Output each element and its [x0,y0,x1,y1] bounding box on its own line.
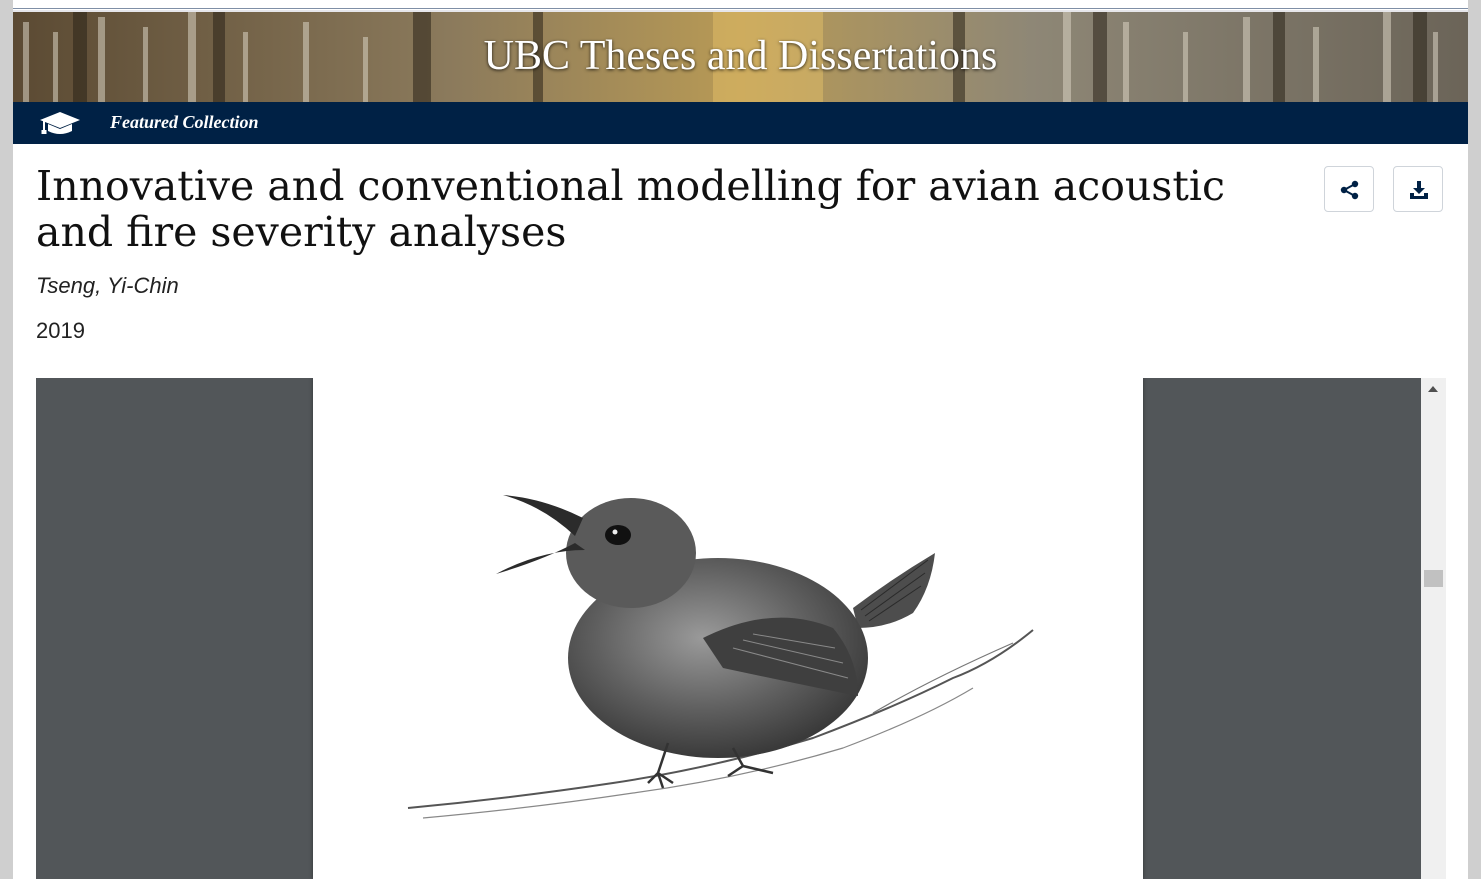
scroll-thumb[interactable] [1424,570,1443,587]
pdf-viewer[interactable] [36,378,1421,879]
document-title: Innovative and conventional modelling fo… [36,162,1225,256]
wren-illustration [407,495,1034,819]
collection-bar: Featured Collection [13,102,1468,144]
share-button[interactable] [1324,166,1374,212]
header-banner: UBC Theses and Dissertations [13,12,1468,102]
viewer-scrollbar[interactable] [1421,378,1446,879]
publication-year: 2019 [36,318,85,343]
scroll-up-arrow-icon[interactable] [1428,386,1438,392]
download-button[interactable] [1393,166,1443,212]
page: UBC Theses and Dissertations Featured Co… [13,0,1468,879]
site-title[interactable]: UBC Theses and Dissertations [13,32,1468,80]
pdf-page [313,378,1143,879]
share-icon [1340,180,1359,200]
download-icon [1410,181,1428,199]
graduation-cap-icon [39,110,81,141]
top-divider [13,8,1468,9]
author-name[interactable]: Tseng, Yi-Chin [36,273,179,299]
collection-label[interactable]: Featured Collection [110,112,259,133]
